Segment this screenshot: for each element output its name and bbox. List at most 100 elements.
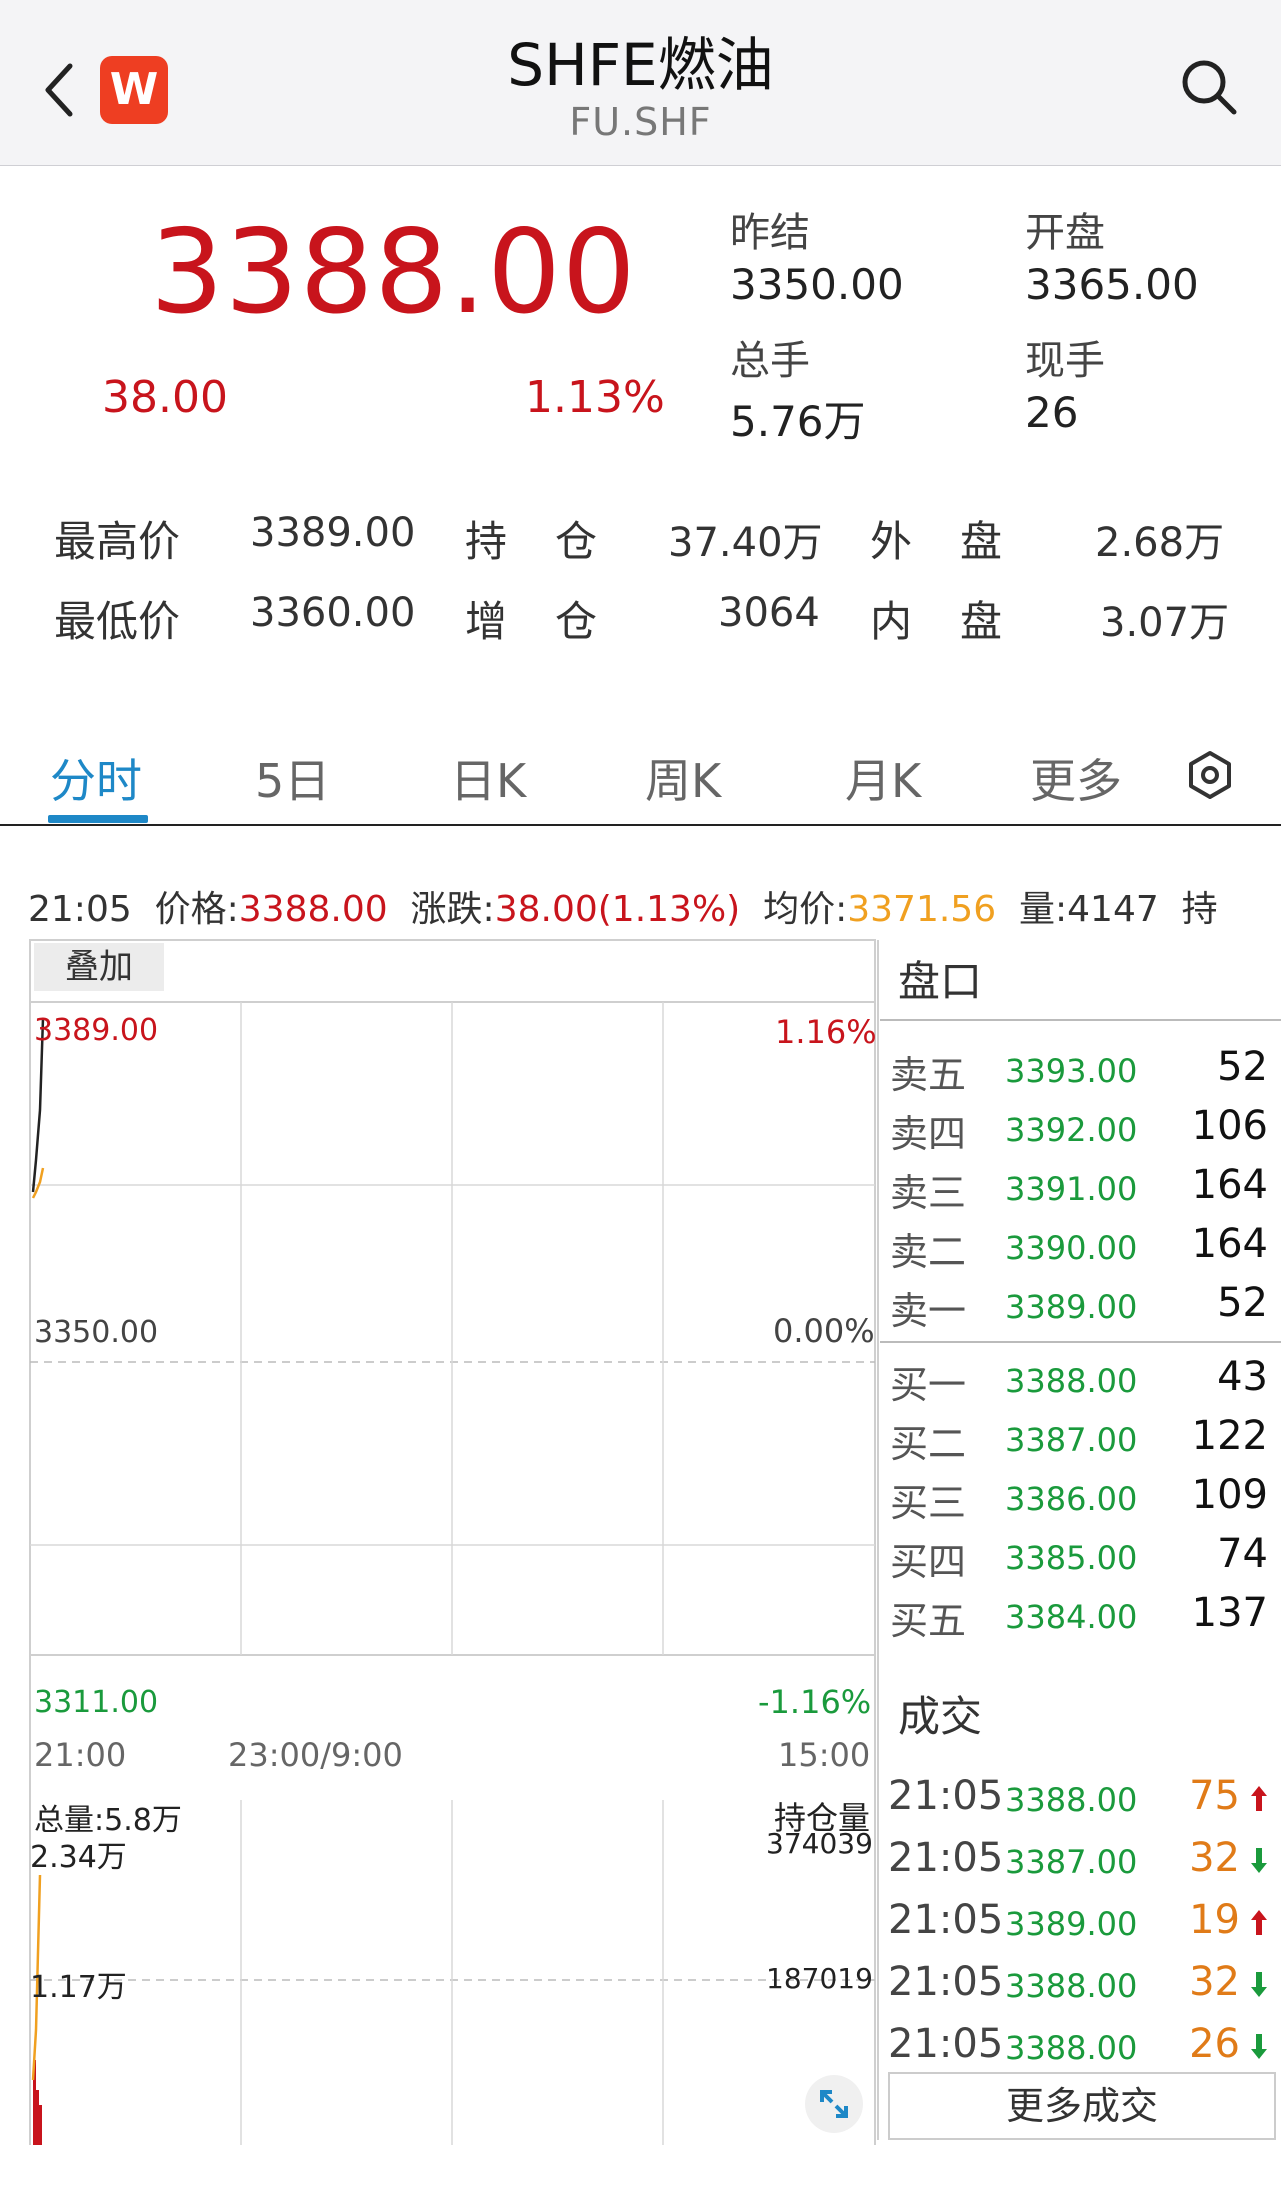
y-axis-bottom-label: 3311.00 [34, 1685, 159, 1720]
tab-monthly-k[interactable]: 月K [845, 745, 921, 811]
ask-2-volume: 164 [1191, 1221, 1268, 1267]
trade-volume: 26 [1189, 2021, 1240, 2067]
trade-volume: 19 [1189, 1897, 1240, 1943]
tab-intraday[interactable]: 分时 [50, 745, 142, 811]
info-price-label: 价格: [154, 889, 239, 930]
trades-title: 成交 [898, 1692, 983, 1741]
fullscreen-button[interactable] [805, 2075, 863, 2133]
price-change: 38.00 [102, 372, 228, 423]
high-value: 3389.00 [250, 510, 416, 556]
outer-label-1: 外 [870, 517, 913, 566]
inner-label-1: 内 [870, 597, 913, 646]
volume-bar [36, 2090, 39, 2145]
info-hold-label: 持 [1181, 889, 1218, 930]
prev-settle-value: 3350.00 [730, 260, 904, 309]
active-tab-indicator [48, 815, 148, 823]
ask-2-price: 3390.00 [1005, 1229, 1138, 1267]
oi-label-1: 持 [465, 517, 508, 566]
ask-4-price: 3392.00 [1005, 1111, 1138, 1149]
total-volume-value: 5.76万 [730, 397, 866, 446]
search-icon [1182, 60, 1237, 115]
current-volume-label: 现手 [1025, 338, 1105, 384]
expand-icon [820, 2090, 848, 2118]
tab-5day[interactable]: 5日 [255, 745, 330, 811]
outer-label-2: 盘 [960, 517, 1003, 566]
trade-volume: 32 [1189, 1959, 1240, 2005]
chart-settings-button[interactable] [1185, 750, 1235, 800]
bid-2-volume: 122 [1191, 1413, 1268, 1459]
instrument-code: FU.SHF [569, 100, 712, 144]
pct-axis-bottom-label: -1.16% [758, 1683, 872, 1721]
open-label: 开盘 [1025, 210, 1105, 256]
bid-4-label: 买四 [890, 1540, 967, 1584]
info-price: 3388.00 [238, 889, 388, 930]
last-price: 3388.00 [150, 205, 637, 340]
inner-label-2: 盘 [960, 597, 1003, 646]
bid-4-volume: 74 [1217, 1531, 1268, 1577]
high-label: 最高价 [54, 517, 181, 566]
settings-icon [1189, 751, 1231, 799]
x-axis-start-label: 21:00 [34, 1736, 127, 1774]
ask-3-price: 3391.00 [1005, 1170, 1138, 1208]
ask-4-volume: 106 [1191, 1103, 1268, 1149]
crosshair-info-bar: 21:05 价格:3388.00 涨跌:38.00(1.13%) 均价:3371… [28, 880, 1218, 932]
info-change-label: 涨跌: [410, 889, 495, 930]
oi-change-label-2: 仓 [555, 597, 598, 646]
bid-2-label: 买二 [890, 1422, 967, 1466]
current-volume-value: 26 [1025, 388, 1079, 437]
ask-3-label: 卖三 [890, 1171, 967, 1215]
orderbook-title: 盘口 [898, 957, 983, 1006]
info-time: 21:05 [28, 889, 132, 930]
trade-volume: 75 [1189, 1773, 1240, 1819]
tab-weekly-k[interactable]: 周K [645, 745, 721, 811]
price-change-pct: 1.13% [525, 372, 665, 423]
arrow-down-icon [1251, 2034, 1267, 2059]
prev-settle-label: 昨结 [730, 210, 810, 256]
ask-4-label: 卖四 [890, 1112, 967, 1156]
trade-time: 21:05 [888, 1959, 1004, 2005]
volume-axis-mid-label: 1.17万 [30, 1970, 127, 2005]
pct-axis-top-label: 1.16% [775, 1013, 877, 1051]
bid-3-price: 3386.00 [1005, 1480, 1138, 1518]
bid-4-price: 3385.00 [1005, 1539, 1138, 1577]
bid-1-price: 3388.00 [1005, 1362, 1138, 1400]
low-value: 3360.00 [250, 590, 416, 636]
trade-price: 3389.00 [1005, 1905, 1138, 1943]
trade-volume: 32 [1189, 1835, 1240, 1881]
trade-price: 3387.00 [1005, 1843, 1138, 1881]
arrow-up-icon [1251, 1910, 1267, 1935]
volume-axis-top-label: 2.34万 [30, 1840, 127, 1875]
ask-1-price: 3389.00 [1005, 1288, 1138, 1326]
total-volume-label: 总手 [730, 338, 810, 384]
ask-5-volume: 52 [1217, 1044, 1268, 1090]
overlay-button[interactable]: 叠加 [34, 943, 164, 991]
pct-axis-mid-label: 0.00% [773, 1312, 875, 1350]
trade-time: 21:05 [888, 1835, 1004, 1881]
outer-value: 2.68万 [1095, 520, 1225, 566]
bid-3-label: 买三 [890, 1481, 967, 1525]
oi-axis-top-label: 374039 [766, 1827, 873, 1860]
x-axis-end-label: 15:00 [778, 1736, 871, 1774]
oi-axis-mid-label: 187019 [766, 1962, 873, 1995]
more-trades-button[interactable]: 更多成交 [888, 2072, 1276, 2140]
bid-2-price: 3387.00 [1005, 1421, 1138, 1459]
bid-1-label: 买一 [890, 1363, 967, 1407]
search-button[interactable] [1178, 56, 1240, 118]
volume-bar [39, 2105, 42, 2145]
trade-time: 21:05 [888, 1773, 1004, 1819]
oi-label-2: 仓 [555, 517, 598, 566]
oi-value: 37.40万 [668, 520, 823, 566]
trade-time: 21:05 [888, 2021, 1004, 2067]
tab-more[interactable]: 更多 [1030, 745, 1122, 811]
inner-value: 3.07万 [1100, 600, 1230, 646]
ask-3-volume: 164 [1191, 1162, 1268, 1208]
trade-time: 21:05 [888, 1897, 1004, 1943]
bid-3-volume: 109 [1191, 1472, 1268, 1518]
info-change: 38.00(1.13%) [494, 889, 741, 930]
y-axis-mid-label: 3350.00 [34, 1315, 159, 1350]
info-volume: 4147 [1067, 889, 1159, 930]
tab-daily-k[interactable]: 日K [450, 745, 526, 811]
arrow-up-icon [1251, 1786, 1267, 1811]
page-title: SHFE燃油 [507, 31, 774, 99]
x-axis-mid-label: 23:00/9:00 [228, 1736, 403, 1774]
